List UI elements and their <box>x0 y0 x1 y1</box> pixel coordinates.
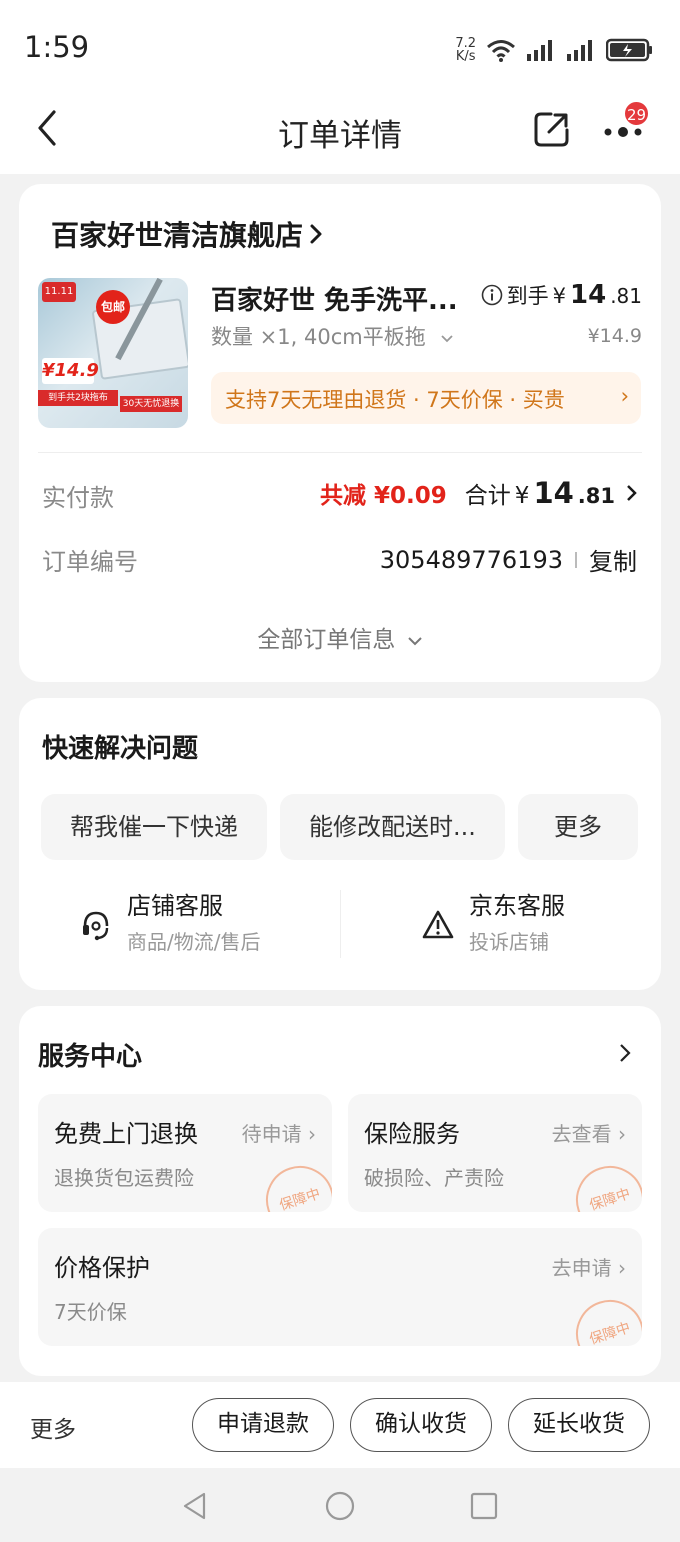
tile-title: 免费上门退换 <box>54 1120 198 1148</box>
wifi-icon <box>487 40 515 62</box>
page-title: 订单详情 <box>278 118 402 154</box>
chevron-down-icon <box>441 335 454 343</box>
service-center-title: 服务中心 <box>38 1042 143 1072</box>
quick-help-chip[interactable]: 能修改配送时... <box>280 794 505 860</box>
signal-icon <box>567 40 592 61</box>
bottom-action-bar: 更多 申请退款 确认收货 延长收货 <box>0 1382 680 1468</box>
insurance-tile[interactable]: 保险服务 去查看 › 破损险、产责险 保障中 <box>348 1094 642 1212</box>
tile-title: 价格保护 <box>54 1254 150 1282</box>
order-number-value: 305489776193 <box>379 545 563 574</box>
product-image-price: ¥14.9 <box>42 358 99 384</box>
protected-stamp: 保障中 <box>567 1291 642 1346</box>
system-nav-bar <box>0 1468 680 1542</box>
store-service-button[interactable]: 店铺客服 商品/物流/售后 <box>79 886 299 966</box>
info-icon[interactable] <box>481 284 503 306</box>
signal-icon <box>527 40 552 61</box>
jd-service-button[interactable]: 京东客服 投诉店铺 <box>421 886 621 966</box>
notification-badge: 29 <box>623 100 650 127</box>
chevron-right-icon <box>310 224 322 244</box>
product-image-strip-2: 30天无忧退换 <box>120 396 182 412</box>
headset-icon <box>83 911 109 941</box>
order-number-label: 订单编号 <box>42 548 138 576</box>
discount-amount: 共减 ¥0.09 <box>320 483 447 509</box>
shop-name[interactable]: 百家好世清洁旗舰店 <box>51 214 323 254</box>
all-order-info-button[interactable]: 全部订单信息 <box>19 620 661 654</box>
nav-back-icon[interactable] <box>180 1490 210 1522</box>
product-spec[interactable]: 数量 ×1, 40cm平板拖 <box>211 321 454 351</box>
chevron-down-icon <box>407 637 422 646</box>
protected-stamp: 保障中 <box>567 1157 642 1212</box>
product-image-tag: 包邮 <box>96 290 130 324</box>
store-service-title: 店铺客服 <box>127 892 223 920</box>
tile-subtitle: 7天价保 <box>54 1300 127 1324</box>
product-image-logo: 11.11 <box>42 282 76 302</box>
status-icons: 7.2 K/s <box>455 34 654 66</box>
tile-action: 去申请 › <box>551 1256 626 1280</box>
order-number: 305489776193 复制 <box>380 542 637 577</box>
header: 订单详情 <box>0 96 680 174</box>
price-protection-tile[interactable]: 价格保护 去申请 › 7天价保 保障中 <box>38 1228 642 1346</box>
store-service-subtitle: 商品/物流/售后 <box>127 930 261 954</box>
chevron-right-icon <box>627 485 637 501</box>
quick-help-more-chip[interactable]: 更多 <box>518 794 638 860</box>
tile-action: 待申请 › <box>241 1122 316 1146</box>
jd-service-subtitle: 投诉店铺 <box>469 930 549 954</box>
status-bar: 1:59 7.2 K/s <box>0 0 680 96</box>
battery-icon <box>606 38 652 62</box>
nav-recents-icon[interactable] <box>469 1490 499 1522</box>
share-icon[interactable] <box>531 106 571 150</box>
original-price: ¥14.9 <box>587 325 642 347</box>
status-time: 1:59 <box>24 30 90 64</box>
copy-button[interactable]: 复制 <box>589 542 637 577</box>
tile-subtitle: 破损险、产责险 <box>364 1166 504 1190</box>
service-promise-text: 支持7天无理由退货 · 7天价保 · 买贵 <box>225 388 565 412</box>
service-promise-bar[interactable]: 支持7天无理由退货 · 7天价保 · 买贵 › <box>211 372 641 424</box>
extend-receipt-button[interactable]: 延长收货 <box>508 1398 650 1452</box>
more-link[interactable]: 更多 <box>30 1410 76 1444</box>
quick-help-chip[interactable]: 帮我催一下快递 <box>41 794 267 860</box>
service-center-card: 服务中心 免费上门退换 待申请 › 退换货包运费险 保障中 保险服务 去查看 ›… <box>19 1006 661 1376</box>
product-image[interactable]: 11.11 包邮 ¥14.9 到手共2块拖布 30天无忧退换 <box>38 278 188 428</box>
chevron-right-icon: › <box>620 384 629 408</box>
separator <box>575 551 577 568</box>
tile-subtitle: 退换货包运费险 <box>54 1166 194 1190</box>
divider <box>340 890 341 958</box>
product-image-strip: 到手共2块拖布 <box>38 390 118 406</box>
tile-title: 保险服务 <box>364 1120 460 1148</box>
warning-icon <box>422 910 454 939</box>
product-price: 到手 ¥14.81 <box>481 280 642 310</box>
jd-service-title: 京东客服 <box>469 892 565 920</box>
order-card: 百家好世清洁旗舰店 11.11 包邮 ¥14.9 到手共2块拖布 30天无忧退换… <box>19 184 661 682</box>
net-speed: 7.2 K/s <box>455 36 476 64</box>
nav-home-icon[interactable] <box>324 1490 356 1522</box>
free-return-tile[interactable]: 免费上门退换 待申请 › 退换货包运费险 保障中 <box>38 1094 332 1212</box>
quick-help-title: 快速解决问题 <box>42 734 199 764</box>
apply-refund-button[interactable]: 申请退款 <box>192 1398 334 1452</box>
protected-stamp: 保障中 <box>257 1157 332 1212</box>
payment-total[interactable]: 共减 ¥0.09 合计 ¥14.81 <box>320 476 639 510</box>
confirm-receipt-button[interactable]: 确认收货 <box>350 1398 492 1452</box>
payment-label: 实付款 <box>42 484 114 512</box>
divider <box>38 452 642 453</box>
tile-action: 去查看 › <box>551 1122 626 1146</box>
quick-help-card: 快速解决问题 帮我催一下快递 能修改配送时... 更多 店铺客服 商品/物流/售… <box>19 698 661 990</box>
chevron-right-icon[interactable] <box>617 1040 633 1066</box>
product-name[interactable]: 百家好世 免手洗平... <box>211 280 461 317</box>
